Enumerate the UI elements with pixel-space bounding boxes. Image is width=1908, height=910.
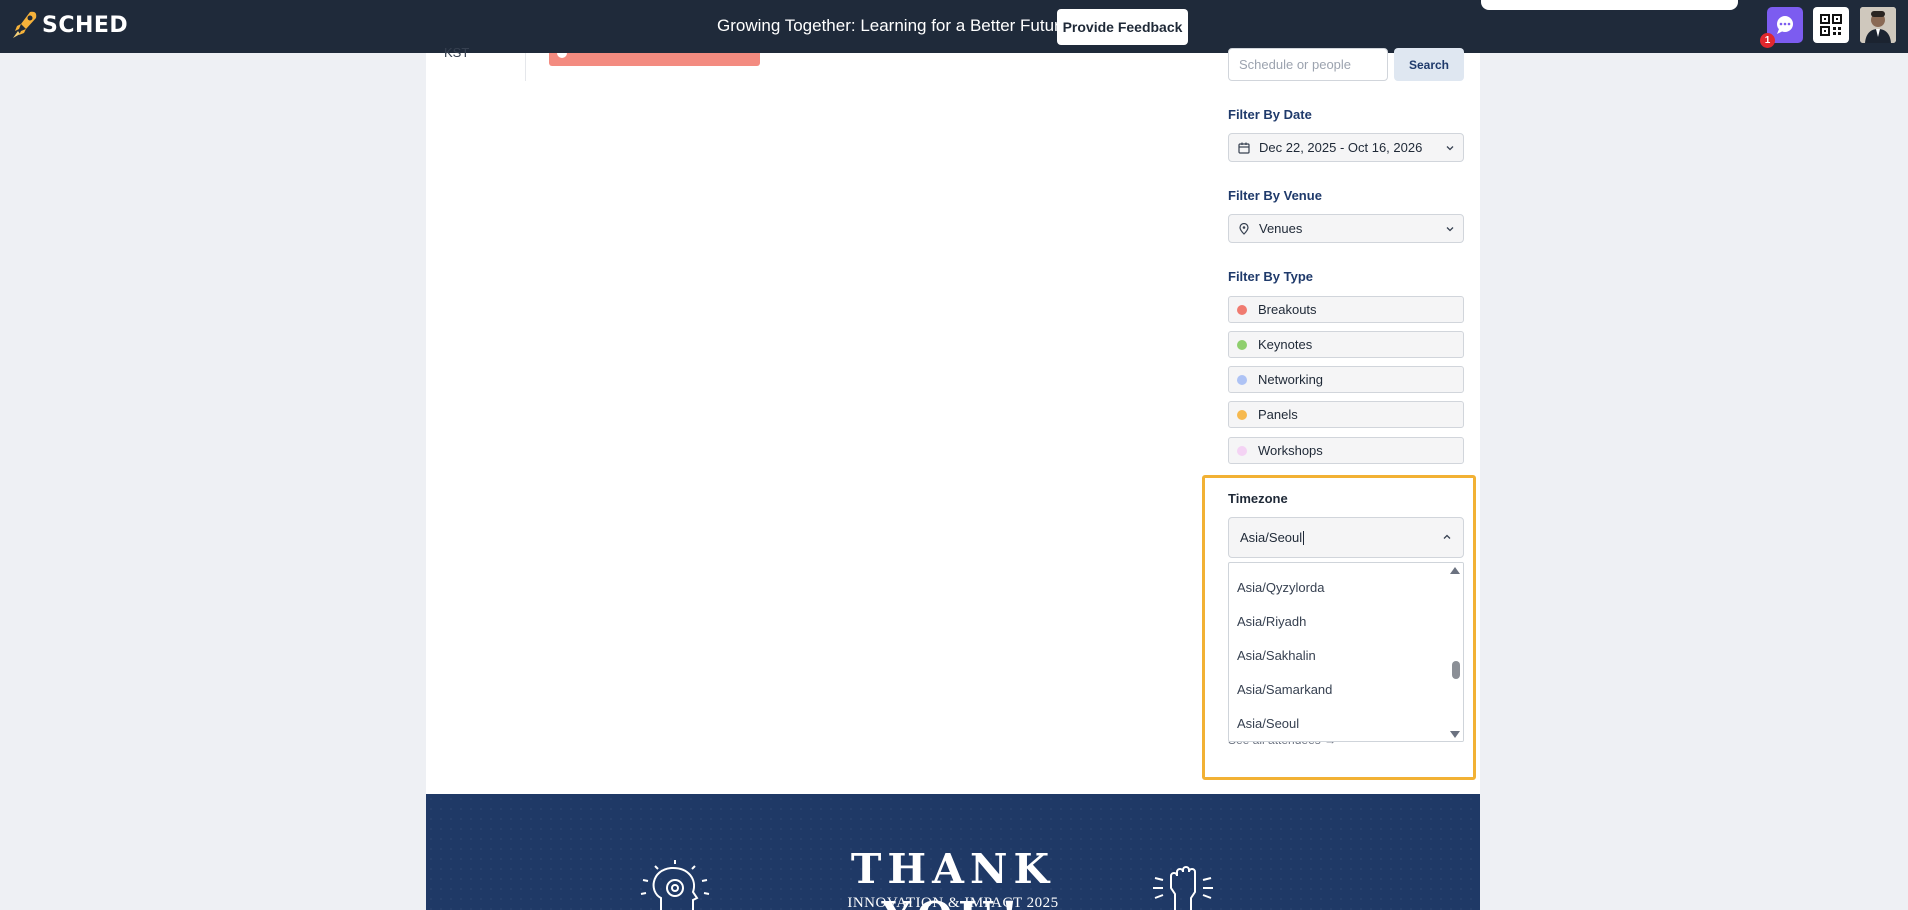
type-filter-panels[interactable]: Panels: [1228, 401, 1464, 428]
event-title: Growing Together: Learning for a Better …: [717, 16, 1070, 35]
type-label: Keynotes: [1258, 337, 1313, 352]
session-block[interactable]: [549, 53, 760, 66]
head-gear-icon: [640, 860, 710, 910]
timezone-combobox[interactable]: Asia/Seoul: [1228, 517, 1464, 558]
chevron-down-icon: [1445, 224, 1455, 234]
raised-fist-icon: [1153, 866, 1213, 910]
rocket-icon: [13, 11, 37, 38]
timezone-dropdown-list[interactable]: Asia/Qyzylorda Asia/Riyadh Asia/Sakhalin…: [1228, 562, 1464, 742]
filter-by-type-label: Filter By Type: [1228, 269, 1314, 284]
timezone-abbrev-label: KST: [444, 45, 470, 60]
filter-by-date-label: Filter By Date: [1228, 107, 1312, 122]
date-range-value: Dec 22, 2025 - Oct 16, 2026: [1259, 140, 1423, 155]
type-filter-networking[interactable]: Networking: [1228, 366, 1464, 393]
timezone-option[interactable]: Asia/Sakhalin: [1237, 648, 1316, 663]
type-label: Panels: [1258, 407, 1298, 422]
venue-value: Venues: [1259, 221, 1303, 236]
qr-code-icon: [1820, 14, 1842, 36]
timezone-option[interactable]: Asia/Samarkand: [1237, 682, 1332, 697]
type-label: Breakouts: [1258, 302, 1317, 317]
keynotes-color-dot: [1237, 339, 1247, 350]
banner-subtitle: INNOVATION & IMPACT 2025: [847, 895, 1059, 910]
top-navigation-bar: SCHED Growing Together: Learning for a B…: [0, 0, 1908, 53]
scrollbar-thumb[interactable]: [1452, 661, 1460, 679]
scroll-up-arrow-icon[interactable]: [1450, 567, 1460, 574]
sched-logo[interactable]: SCHED: [12, 10, 128, 40]
scroll-down-arrow-icon[interactable]: [1450, 731, 1460, 738]
date-range-select[interactable]: Dec 22, 2025 - Oct 16, 2026: [1228, 133, 1464, 162]
timezone-label: Timezone: [1228, 491, 1288, 506]
type-filter-workshops[interactable]: Workshops: [1228, 437, 1464, 464]
search-button[interactable]: Search: [1394, 48, 1464, 81]
dropdown-scrollbar[interactable]: [1449, 563, 1463, 741]
chat-bubble-icon: [1777, 16, 1793, 34]
notification-badge: 1: [1760, 33, 1775, 48]
map-pin-icon: [1237, 222, 1251, 235]
chevron-down-icon: [1445, 143, 1455, 153]
networking-color-dot: [1237, 374, 1247, 385]
type-filter-keynotes[interactable]: Keynotes: [1228, 331, 1464, 358]
user-avatar[interactable]: [1860, 7, 1896, 43]
timezone-input-value: Asia/Seoul: [1240, 530, 1303, 545]
timezone-option[interactable]: Asia/Seoul: [1237, 716, 1299, 731]
logo-text: SCHED: [42, 12, 129, 38]
calendar-icon: [1237, 142, 1251, 154]
thank-you-banner: THANK YOU! INNOVATION & IMPACT 2025: [426, 794, 1480, 910]
workshops-color-dot: [1237, 445, 1247, 456]
provide-feedback-button[interactable]: Provide Feedback: [1057, 9, 1188, 45]
time-divider: [525, 53, 526, 81]
chevron-up-icon: [1442, 530, 1452, 545]
search-input[interactable]: [1228, 48, 1388, 81]
panels-color-dot: [1237, 409, 1247, 420]
type-label: Networking: [1258, 372, 1324, 387]
filter-by-venue-label: Filter By Venue: [1228, 188, 1322, 203]
timezone-option[interactable]: Asia/Qyzylorda: [1237, 580, 1324, 595]
breakouts-color-dot: [1237, 304, 1247, 315]
type-filter-breakouts[interactable]: Breakouts: [1228, 296, 1464, 323]
venue-select[interactable]: Venues: [1228, 214, 1464, 243]
type-label: Workshops: [1258, 443, 1323, 458]
top-search-box[interactable]: [1481, 0, 1738, 10]
text-caret: [1303, 530, 1305, 545]
user-photo-icon: [1860, 7, 1896, 43]
qr-code-button[interactable]: [1813, 7, 1849, 43]
timezone-option[interactable]: Asia/Riyadh: [1237, 614, 1306, 629]
